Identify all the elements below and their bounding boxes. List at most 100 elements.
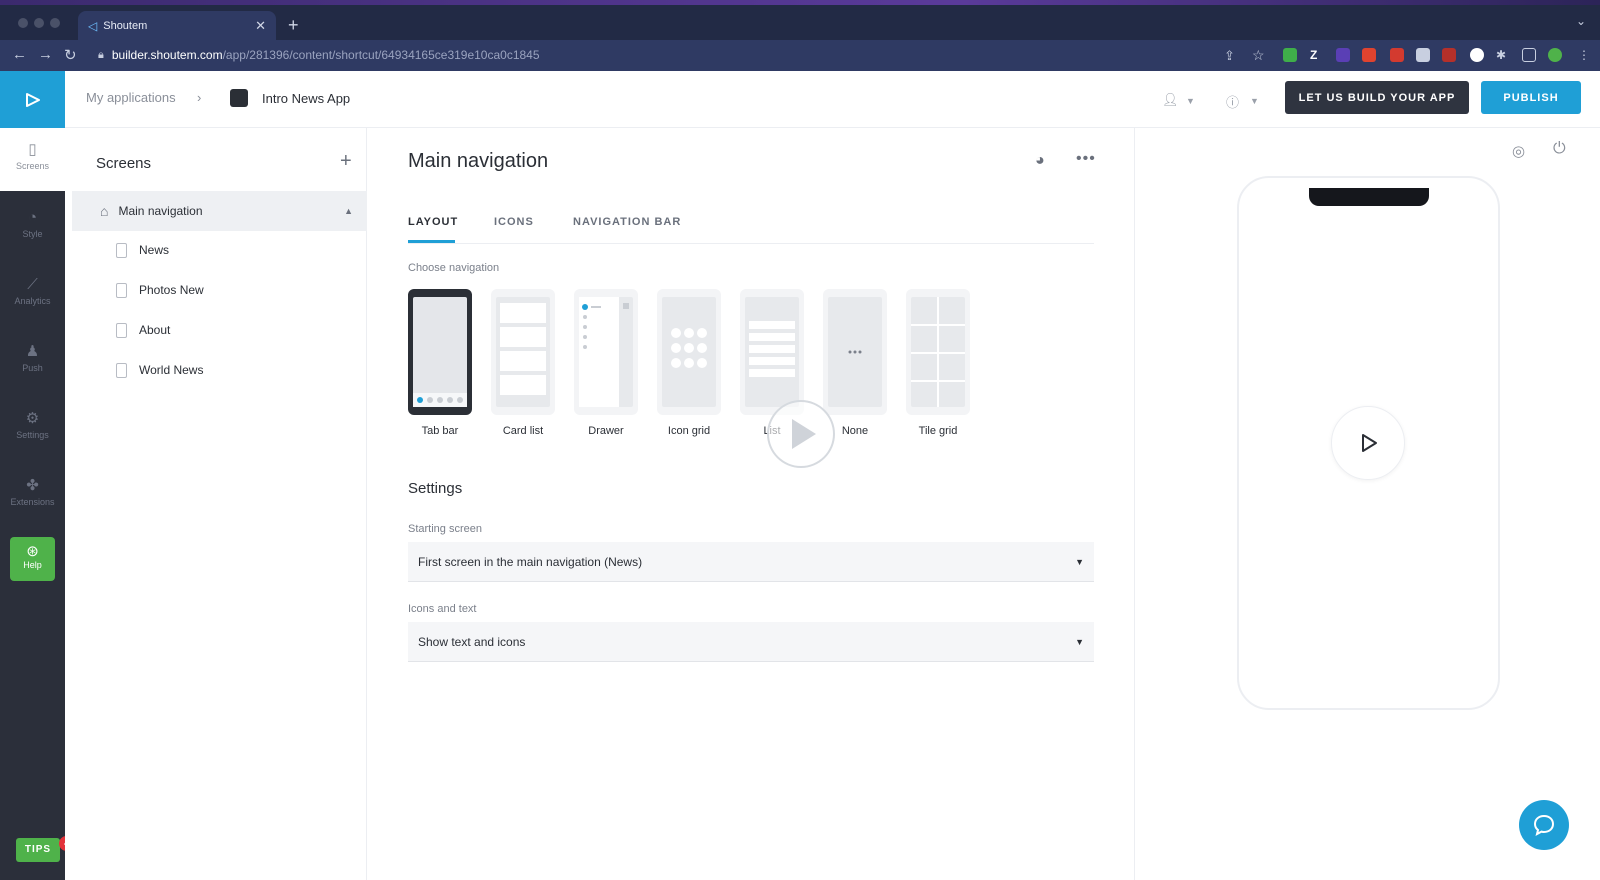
chevron-right-icon: › xyxy=(197,90,202,105)
nav-option-card-list[interactable] xyxy=(491,289,555,415)
rail-item-screens[interactable]: ▯ Screens xyxy=(0,128,65,191)
user-icon[interactable]: 👤︎ xyxy=(1162,92,1179,108)
extension-tag-icon[interactable] xyxy=(1416,48,1430,62)
extension-compass-icon[interactable] xyxy=(1470,48,1484,62)
rail-item-analytics[interactable]: ⟋ Analytics xyxy=(0,276,65,306)
breadcrumb-my-applications[interactable]: My applications xyxy=(86,90,176,105)
close-icon[interactable]: ✕ xyxy=(255,18,266,34)
extension-calendar-icon[interactable] xyxy=(1336,48,1350,62)
puzzle-icon: ✤ xyxy=(26,477,39,494)
back-arrow-icon[interactable]: ← xyxy=(12,46,27,63)
browser-tab[interactable]: ◁ Shoutem ✕ xyxy=(78,11,276,40)
tab-icons[interactable]: ICONS xyxy=(494,216,534,228)
rail-item-style[interactable]: ◔ Style xyxy=(0,209,65,239)
screen-item-label: About xyxy=(139,323,171,337)
option-label-icon-grid: Icon grid xyxy=(667,425,711,437)
page-title: Main navigation xyxy=(408,150,549,172)
extension-color-icon[interactable] xyxy=(1362,48,1376,62)
screen-item-label: News xyxy=(139,243,170,257)
phone-notch xyxy=(1309,188,1429,206)
dropdown-caret-icon: ▼ xyxy=(1075,556,1084,567)
extension-record-icon[interactable] xyxy=(1390,48,1404,62)
screen-item-photos-new[interactable]: Photos New xyxy=(116,279,346,301)
tab-navigation-bar[interactable]: NAVIGATION BAR xyxy=(573,216,681,228)
browser-menu-icon[interactable]: ⋮ xyxy=(1578,48,1592,62)
video-play-button[interactable] xyxy=(767,400,835,468)
new-tab-icon[interactable]: + xyxy=(288,15,299,36)
add-screen-icon[interactable]: + xyxy=(340,150,352,173)
extension-z-icon[interactable]: Z xyxy=(1310,48,1324,62)
chat-support-button[interactable] xyxy=(1519,800,1569,850)
app-thumbnail-icon xyxy=(230,89,248,107)
layout-tabs: LAYOUT ICONS NAVIGATION BAR xyxy=(408,212,1094,244)
nav-option-tile-grid[interactable] xyxy=(906,289,970,415)
rail-label-extensions: Extensions xyxy=(10,497,55,507)
rail-item-settings[interactable]: ⚙ Settings xyxy=(0,409,65,440)
nav-option-list[interactable] xyxy=(740,289,804,415)
rail-label-analytics: Analytics xyxy=(14,296,51,306)
url-path: /app/281396/content/shortcut/64934165ce3… xyxy=(222,48,540,62)
list-preview xyxy=(745,297,799,407)
nav-option-icon-grid[interactable] xyxy=(657,289,721,415)
analytics-icon: ⟋ xyxy=(27,276,38,293)
palette-icon[interactable]: ◕ xyxy=(1035,152,1045,170)
forward-arrow-icon[interactable]: → xyxy=(38,46,53,63)
reload-icon[interactable]: ↻ xyxy=(64,46,77,64)
main-navigation-label: Main navigation xyxy=(118,204,203,218)
profile-avatar-icon[interactable] xyxy=(1548,48,1562,62)
shoutem-logo-icon xyxy=(25,92,40,107)
rail-item-help[interactable]: ⊛ Help xyxy=(10,537,55,581)
play-icon xyxy=(1362,434,1377,452)
screen-item-main-navigation[interactable]: ⌂ Main navigation ▲ xyxy=(72,191,367,231)
rail-label-help: Help xyxy=(23,560,42,570)
window-zoom-dot[interactable] xyxy=(50,18,60,28)
screen-item-about[interactable]: About xyxy=(116,319,346,341)
sidebar-toggle-icon[interactable] xyxy=(1522,48,1536,62)
help-dropdown-caret-icon[interactable]: ▼ xyxy=(1250,96,1259,106)
rail-item-push[interactable]: ♟ Push xyxy=(0,342,65,373)
preview-play-button[interactable] xyxy=(1331,406,1405,480)
camera-icon[interactable]: ◎ xyxy=(1512,142,1525,160)
rail-label-screens: Screens xyxy=(15,161,50,171)
extensions-puzzle-icon[interactable]: ✱ xyxy=(1496,48,1510,62)
starting-screen-select[interactable]: First screen in the main navigation (New… xyxy=(408,542,1094,582)
card-list-preview xyxy=(496,297,550,407)
bookmark-star-icon[interactable]: ☆ xyxy=(1252,47,1266,63)
gear-icon: ⚙ xyxy=(25,410,40,427)
nav-option-tab-bar[interactable] xyxy=(408,289,472,415)
active-tab-indicator xyxy=(408,240,455,243)
shoutem-logo[interactable] xyxy=(0,71,65,128)
extension-red-icon[interactable] xyxy=(1442,48,1456,62)
publish-button[interactable]: PUBLISH xyxy=(1481,81,1581,114)
more-options-icon[interactable]: ••• xyxy=(1076,150,1096,168)
screen-item-world-news[interactable]: World News xyxy=(116,359,346,381)
browser-top-accent xyxy=(0,0,1600,5)
icons-text-select[interactable]: Show text and icons ▼ xyxy=(408,622,1094,662)
screen-item-news[interactable]: News xyxy=(116,239,346,261)
nav-option-none[interactable] xyxy=(823,289,887,415)
chevron-down-icon[interactable]: ⌄ xyxy=(1576,14,1586,28)
app-name: Intro News App xyxy=(262,90,351,106)
tips-button[interactable]: TIPS xyxy=(16,838,60,862)
window-close-dot[interactable] xyxy=(18,18,28,28)
build-app-button[interactable]: LET US BUILD YOUR APP xyxy=(1285,81,1469,114)
share-icon[interactable]: ⇪ xyxy=(1224,48,1238,63)
settings-heading: Settings xyxy=(408,480,463,497)
collapse-caret-icon[interactable]: ▲ xyxy=(344,206,353,216)
nav-option-drawer[interactable] xyxy=(574,289,638,415)
extension-drive-icon[interactable] xyxy=(1283,48,1297,62)
lifebuoy-icon: ⊛ xyxy=(26,543,39,560)
tab-layout[interactable]: LAYOUT xyxy=(408,216,458,228)
option-label-tab-bar: Tab bar xyxy=(421,425,459,437)
user-dropdown-caret-icon[interactable]: ▼ xyxy=(1186,96,1195,106)
starting-screen-label: Starting screen xyxy=(408,523,482,535)
rail-item-extensions[interactable]: ✤ Extensions xyxy=(0,476,65,507)
help-circle-icon[interactable]: ⓘ xyxy=(1226,92,1239,111)
window-minimize-dot[interactable] xyxy=(34,18,44,28)
rail-label-push: Push xyxy=(22,363,43,373)
address-bar[interactable]: 🔒︎ builder.shoutem.com/app/281396/conten… xyxy=(98,48,540,62)
page-icon xyxy=(116,282,127,298)
power-icon[interactable]: ⏻ xyxy=(1553,140,1566,158)
breadcrumb-app[interactable]: Intro News App xyxy=(230,89,350,107)
tile-grid-preview xyxy=(911,297,965,407)
